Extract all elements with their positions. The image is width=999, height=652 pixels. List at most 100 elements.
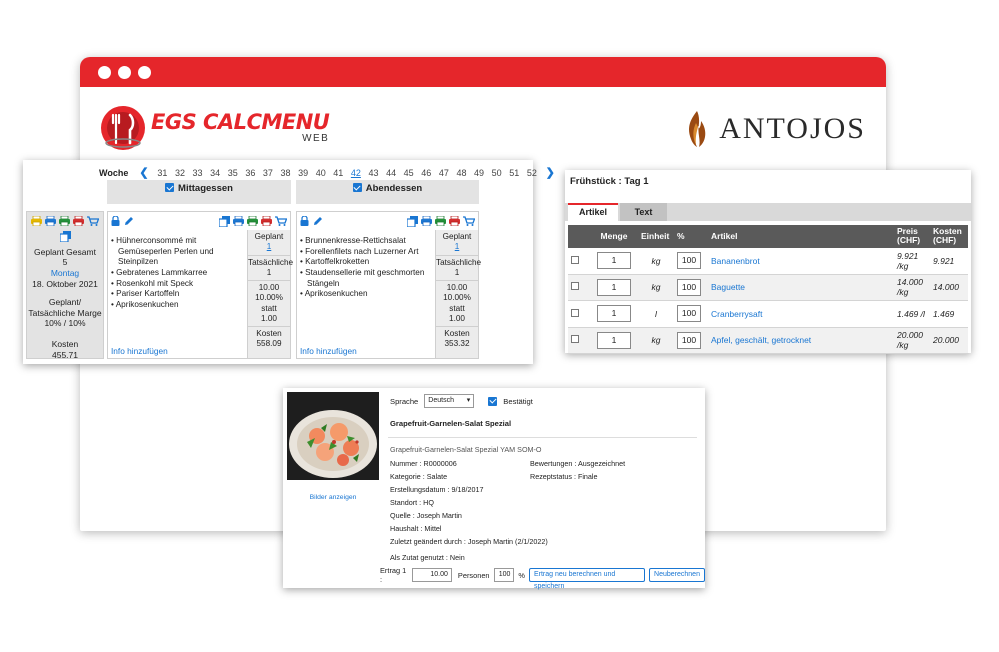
- dish-item[interactable]: Forellenfilets nach Luzerner Art: [300, 247, 436, 258]
- row-checkbox[interactable]: [571, 255, 579, 264]
- week-number[interactable]: 37: [259, 168, 277, 178]
- row-checkbox[interactable]: [571, 335, 579, 344]
- window-dot-icon[interactable]: [118, 65, 131, 79]
- week-number[interactable]: 51: [505, 168, 523, 178]
- row-checkbox[interactable]: [571, 282, 579, 291]
- add-info-link[interactable]: Info hinzufügen: [300, 346, 357, 356]
- week-number[interactable]: 50: [488, 168, 506, 178]
- week-number[interactable]: 40: [312, 168, 330, 178]
- week-number-active[interactable]: 42: [347, 168, 365, 178]
- artikel-link[interactable]: Baguette: [708, 274, 894, 302]
- dish-item[interactable]: Aprikosenkuchen: [300, 289, 436, 300]
- cart-icon[interactable]: [87, 216, 99, 226]
- printer-blue-icon[interactable]: [45, 216, 56, 226]
- margin-label: Geplant/ Tatsächliche Marge: [28, 297, 102, 318]
- menge-input[interactable]: 1: [597, 278, 631, 296]
- menge-input[interactable]: 1: [597, 252, 631, 270]
- week-number[interactable]: 38: [277, 168, 295, 178]
- pct-input[interactable]: 100: [677, 331, 701, 349]
- copy-icon[interactable]: [219, 215, 230, 227]
- recipe-photo[interactable]: [287, 392, 379, 480]
- dish-item[interactable]: Gebratenes Lammkarree: [111, 268, 247, 279]
- printer-green-icon[interactable]: [435, 215, 446, 226]
- printer-red-icon[interactable]: [449, 215, 460, 226]
- tab-text[interactable]: Text: [620, 203, 667, 221]
- add-info-link[interactable]: Info hinzufügen: [111, 346, 168, 356]
- window-dot-icon[interactable]: [138, 65, 151, 79]
- day-link[interactable]: Montag: [27, 268, 103, 279]
- dish-item[interactable]: Brunnenkresse-Rettichsalat: [300, 236, 436, 247]
- week-number[interactable]: 43: [365, 168, 383, 178]
- week-number[interactable]: 32: [171, 168, 189, 178]
- cart-icon[interactable]: [275, 215, 287, 226]
- copy-icon[interactable]: [58, 231, 71, 243]
- prev-week-icon[interactable]: ❮: [139, 166, 148, 179]
- dish-item[interactable]: Kartoffelkroketten: [300, 257, 436, 268]
- printer-red-icon[interactable]: [73, 216, 84, 226]
- dish-item[interactable]: Hühnerconsommé mit Gemüseperlen Perlen u…: [111, 236, 247, 268]
- persons-input[interactable]: 100: [493, 568, 515, 582]
- printer-blue-icon[interactable]: [421, 215, 432, 226]
- lock-icon[interactable]: [300, 216, 309, 226]
- lunch-checkbox[interactable]: [165, 183, 175, 192]
- brand-sub: WEB: [302, 133, 330, 144]
- week-number[interactable]: 46: [417, 168, 435, 178]
- artikel-link[interactable]: Cranberrysaft: [708, 300, 894, 328]
- copy-icon[interactable]: [407, 215, 418, 227]
- confirmed-checkbox[interactable]: [488, 396, 498, 406]
- dish-item[interactable]: Aprikosenkuchen: [111, 300, 247, 311]
- dish-item[interactable]: Pariser Kartoffeln: [111, 289, 247, 300]
- show-images-link[interactable]: Bilder anzeigen: [287, 494, 379, 501]
- week-number[interactable]: 39: [294, 168, 312, 178]
- week-number[interactable]: 49: [470, 168, 488, 178]
- week-number[interactable]: 41: [330, 168, 348, 178]
- printer-green-icon[interactable]: [247, 215, 258, 226]
- edit-icon[interactable]: [124, 216, 134, 226]
- week-number[interactable]: 35: [224, 168, 242, 178]
- kosten-label: Kosten: [444, 329, 470, 338]
- flame-icon: [689, 111, 706, 147]
- dish-item[interactable]: Staudensellerie mit geschmorten Stängeln: [300, 268, 436, 289]
- pct-input[interactable]: 100: [677, 252, 701, 270]
- recalc-save-button[interactable]: Ertrag neu berechnen und speichern: [528, 568, 646, 590]
- week-number[interactable]: 48: [453, 168, 471, 178]
- week-number[interactable]: 31: [154, 168, 172, 178]
- menge-input[interactable]: 1: [597, 331, 631, 349]
- week-number[interactable]: 44: [382, 168, 400, 178]
- recalc-button[interactable]: Neuberechnen: [649, 568, 705, 582]
- printer-red-icon[interactable]: [261, 215, 272, 226]
- table-header: Menge Einheit % Artikel Preis (CHF) Kost…: [568, 225, 968, 248]
- recipe-subtitle: Grapefruit-Garnelen-Salat Spezial YAM SO…: [390, 445, 542, 454]
- week-number[interactable]: 33: [189, 168, 207, 178]
- artikel-link[interactable]: Apfel, geschält, getrocknet: [708, 327, 894, 355]
- yield-input[interactable]: 10.00: [412, 568, 452, 582]
- used-as-ingredient: Als Zutat genutzt : Nein: [390, 553, 465, 562]
- row-checkbox[interactable]: [571, 308, 579, 317]
- dinner-checkbox[interactable]: [352, 183, 362, 192]
- geplant-value[interactable]: 1: [436, 242, 478, 252]
- lock-icon[interactable]: [111, 216, 120, 226]
- printer-blue-icon[interactable]: [233, 215, 244, 226]
- geplant-value[interactable]: 1: [248, 242, 290, 252]
- meal-header-dinner[interactable]: Abendessen: [296, 180, 479, 204]
- menge-input[interactable]: 1: [597, 305, 631, 323]
- language-select[interactable]: Deutsch: [424, 394, 475, 408]
- pct-input[interactable]: 100: [677, 305, 701, 323]
- week-number[interactable]: 52: [523, 168, 541, 178]
- artikel-link[interactable]: Bananenbrot: [708, 247, 894, 275]
- week-number[interactable]: 34: [206, 168, 224, 178]
- edit-icon[interactable]: [313, 216, 323, 226]
- pct-input[interactable]: 100: [677, 278, 701, 296]
- week-number[interactable]: 45: [400, 168, 418, 178]
- meal-header-lunch[interactable]: Mittagessen: [107, 180, 291, 204]
- day-summary: Geplant Gesamt 5 Montag 18. Oktober 2021…: [26, 211, 104, 360]
- dish-item[interactable]: Rosenkohl mit Speck: [111, 279, 247, 290]
- week-number[interactable]: 36: [242, 168, 260, 178]
- week-number[interactable]: 47: [435, 168, 453, 178]
- printer-green-icon[interactable]: [59, 216, 70, 226]
- cart-icon[interactable]: [463, 215, 475, 226]
- tab-artikel[interactable]: Artikel: [568, 203, 618, 221]
- next-week-icon[interactable]: ❯: [546, 166, 555, 179]
- window-dot-icon[interactable]: [98, 65, 111, 79]
- printer-yellow-icon[interactable]: [31, 216, 42, 226]
